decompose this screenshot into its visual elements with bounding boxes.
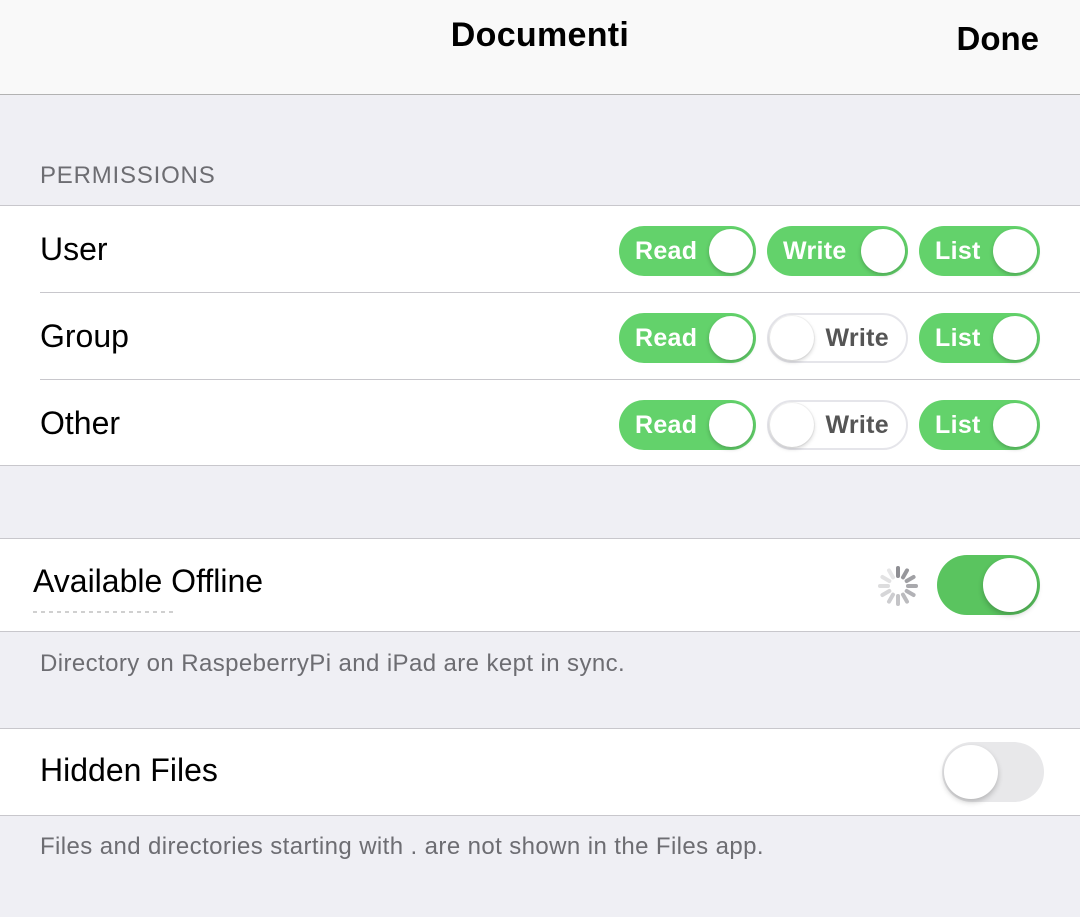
- hidden-files-toggle[interactable]: [942, 742, 1044, 802]
- toggle-knob: [770, 403, 814, 447]
- toggle-label: Read: [635, 237, 698, 265]
- toggle-knob: [993, 316, 1037, 360]
- available-offline-toggle[interactable]: [937, 555, 1040, 615]
- permission-row-label: User: [40, 231, 108, 267]
- toggle-knob: [993, 229, 1037, 273]
- navigation-bar: Documenti Done: [0, 0, 1080, 95]
- available-offline-label: Available Offline: [33, 563, 264, 599]
- user-read-toggle[interactable]: Read: [619, 226, 756, 276]
- group-read-toggle[interactable]: Read: [619, 313, 756, 363]
- toggle-knob: [983, 558, 1037, 612]
- activity-spinner-icon: [878, 566, 918, 606]
- permission-row-label: Other: [40, 405, 121, 441]
- done-button[interactable]: Done: [957, 20, 1040, 58]
- page-title: Documenti: [450, 16, 630, 54]
- toggle-label: Write: [825, 411, 889, 439]
- permission-row-label: Group: [40, 318, 129, 354]
- user-write-toggle[interactable]: Write: [767, 226, 908, 276]
- permission-row-user: User Read Write List: [0, 206, 1080, 292]
- toggle-knob: [709, 403, 753, 447]
- toggle-label: Write: [783, 237, 847, 265]
- toggle-label: Read: [635, 411, 698, 439]
- toggle-label: Write: [825, 324, 889, 352]
- offline-footer-note: Directory on RaspeberryPi and iPad are k…: [40, 650, 626, 677]
- permissions-group: User Read Write List Group Read Write Li…: [0, 205, 1080, 466]
- toggle-label: List: [935, 324, 981, 352]
- toggle-knob: [709, 316, 753, 360]
- hidden-files-group: Hidden Files: [0, 728, 1080, 816]
- hidden-files-label: Hidden Files: [40, 752, 218, 788]
- permission-row-group: Group Read Write List: [0, 293, 1080, 379]
- other-list-toggle[interactable]: List: [919, 400, 1040, 450]
- toggle-label: Read: [635, 324, 698, 352]
- toggle-knob: [709, 229, 753, 273]
- permission-row-other: Other Read Write List: [0, 380, 1080, 466]
- toggle-knob: [993, 403, 1037, 447]
- group-write-toggle[interactable]: Write: [767, 313, 908, 363]
- other-write-toggle[interactable]: Write: [767, 400, 908, 450]
- toggle-knob: [861, 229, 905, 273]
- label-ghost-underline: [33, 611, 173, 613]
- toggle-label: List: [935, 237, 981, 265]
- toggle-knob: [944, 745, 998, 799]
- other-read-toggle[interactable]: Read: [619, 400, 756, 450]
- user-list-toggle[interactable]: List: [919, 226, 1040, 276]
- permissions-section-header: PERMISSIONS: [40, 162, 216, 189]
- hidden-files-footer-note: Files and directories starting with . ar…: [40, 833, 764, 860]
- toggle-knob: [770, 316, 814, 360]
- group-list-toggle[interactable]: List: [919, 313, 1040, 363]
- toggle-label: List: [935, 411, 981, 439]
